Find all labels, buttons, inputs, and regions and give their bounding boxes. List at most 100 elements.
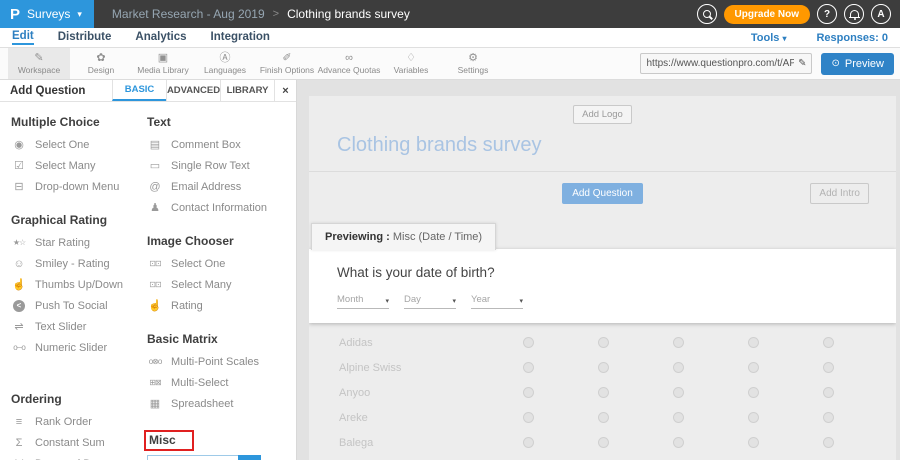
survey-url-input[interactable] (646, 58, 794, 69)
matrix-radio[interactable] (523, 337, 534, 348)
matrix-radio[interactable] (523, 437, 534, 448)
matrix-radio[interactable] (823, 337, 834, 348)
matrix-cell (791, 412, 866, 423)
qt-select-many[interactable]: ☑ Select Many (11, 155, 147, 176)
qt-constant-sum[interactable]: Σ Constant Sum (11, 432, 147, 453)
tools-menu[interactable]: Tools ▾ (751, 32, 787, 44)
qt-contact-information[interactable]: ♟ Contact Information (147, 197, 296, 218)
matrix-radio[interactable] (598, 387, 609, 398)
matrix-radio[interactable] (523, 412, 534, 423)
tool-workspace[interactable]: ✎ Workspace (8, 48, 70, 79)
matrix-radio[interactable] (523, 362, 534, 373)
section-misc: Misc ▤ Date / Time + # Captcha (147, 430, 296, 460)
edit-url-icon[interactable]: ✎ (798, 58, 806, 69)
matrix-radio[interactable] (748, 437, 759, 448)
add-intro-button[interactable]: Add Intro (810, 183, 869, 204)
matrix-radio[interactable] (748, 337, 759, 348)
add-date-time-button[interactable]: + (238, 455, 261, 460)
nav-tab-edit[interactable]: Edit (12, 30, 34, 45)
matrix-radio[interactable] (823, 437, 834, 448)
preview-button[interactable]: ⊙ Preview (821, 53, 894, 75)
radio-cells (491, 337, 866, 348)
matrix-cell (641, 337, 716, 348)
nav-tab-distribute[interactable]: Distribute (58, 31, 112, 44)
qt-multi-select[interactable]: ⊞⊠ Multi-Select (147, 372, 296, 393)
matrix-cell (716, 362, 791, 373)
tab-library[interactable]: LIBRARY (220, 80, 274, 101)
qt-text-slider[interactable]: ⇌ Text Slider (11, 316, 147, 337)
section-heading: Multiple Choice (11, 115, 147, 129)
translate-icon: Ⓐ (220, 52, 231, 64)
add-question-button[interactable]: Add Question (562, 183, 643, 204)
qt-star-rating[interactable]: ★☆ Star Rating (11, 232, 147, 253)
row-label: Balega (309, 437, 491, 449)
matrix-cell (716, 337, 791, 348)
tool-variables[interactable]: ♢ Variables (380, 48, 442, 79)
qt-multi-point-scales[interactable]: o⊗o Multi-Point Scales (147, 351, 296, 372)
tool-design[interactable]: ✿ Design (70, 48, 132, 79)
matrix-radio[interactable] (673, 337, 684, 348)
close-icon[interactable]: × (274, 80, 296, 101)
year-dropdown[interactable]: Year ▾ (471, 294, 523, 309)
qt-dropdown-menu[interactable]: ⊟ Drop-down Menu (11, 176, 147, 197)
links-icon: ∞ (345, 52, 353, 64)
search-button[interactable] (697, 4, 717, 24)
matrix-radio[interactable] (673, 362, 684, 373)
matrix-radio[interactable] (673, 387, 684, 398)
matrix-radio[interactable] (823, 387, 834, 398)
tool-finish-options[interactable]: ✐ Finish Options (256, 48, 318, 79)
nav-tab-analytics[interactable]: Analytics (135, 31, 186, 44)
matrix-radio[interactable] (598, 337, 609, 348)
qt-image-select-one[interactable]: ⊡⊡ Select One (147, 253, 296, 274)
qt-numeric-slider[interactable]: o─o Numeric Slider (11, 337, 147, 358)
matrix-cell (641, 387, 716, 398)
qt-date-time[interactable]: ▤ Date / Time + (147, 455, 261, 460)
matrix-radio[interactable] (748, 362, 759, 373)
qt-single-row-text[interactable]: ▭ Single Row Text (147, 155, 296, 176)
qt-email-address[interactable]: @ Email Address (147, 176, 296, 197)
tool-media-library[interactable]: ▣ Media Library (132, 48, 194, 79)
matrix-radio[interactable] (598, 437, 609, 448)
breadcrumb-parent[interactable]: Market Research - Aug 2019 (112, 7, 265, 21)
qt-comment-box[interactable]: ▤ Comment Box (147, 134, 296, 155)
matrix-radio[interactable] (673, 412, 684, 423)
qt-image-rating[interactable]: ☝ Rating (147, 295, 296, 316)
qt-thumbs-up-down[interactable]: ☝ Thumbs Up/Down (11, 274, 147, 295)
matrix-radio[interactable] (823, 362, 834, 373)
tool-settings[interactable]: ⚙ Settings (442, 48, 504, 79)
tool-languages[interactable]: Ⓐ Languages (194, 48, 256, 79)
add-logo-button[interactable]: Add Logo (573, 105, 632, 124)
row-label: Areke (309, 412, 491, 424)
row-label: Anyoo (309, 387, 491, 399)
help-button[interactable]: ? (817, 4, 837, 24)
survey-title[interactable]: Clothing brands survey (309, 134, 896, 172)
matrix-radio[interactable] (598, 412, 609, 423)
matrix-radio[interactable] (523, 387, 534, 398)
matrix-radio[interactable] (748, 412, 759, 423)
qt-rank-order[interactable]: ≡ Rank Order (11, 411, 147, 432)
matrix-cell (716, 387, 791, 398)
thumb-icon: ☝ (11, 278, 27, 291)
qt-spreadsheet[interactable]: ▦ Spreadsheet (147, 393, 296, 414)
product-menu[interactable]: P Surveys ▾ (0, 0, 94, 28)
matrix-radio[interactable] (823, 412, 834, 423)
upgrade-now-button[interactable]: Upgrade Now (724, 5, 810, 24)
month-dropdown[interactable]: Month ▾ (337, 294, 389, 309)
tab-basic[interactable]: BASIC (112, 80, 166, 101)
notifications-button[interactable] (844, 4, 864, 24)
matrix-radio[interactable] (598, 362, 609, 373)
matrix-radio[interactable] (673, 437, 684, 448)
responses-link[interactable]: Responses: 0 (816, 32, 888, 44)
matrix-radio[interactable] (748, 387, 759, 398)
tab-advanced[interactable]: ADVANCED (166, 80, 220, 101)
qt-smiley-rating[interactable]: ☺ Smiley - Rating (11, 253, 147, 274)
person-icon: ♟ (147, 201, 163, 214)
qt-image-select-many[interactable]: ⊡⊡ Select Many (147, 274, 296, 295)
avatar[interactable]: A (871, 4, 891, 24)
tool-advance-quotas[interactable]: ∞ Advance Quotas (318, 48, 380, 79)
qt-push-to-social[interactable]: < Push To Social (11, 295, 147, 316)
day-dropdown[interactable]: Day ▾ (404, 294, 456, 309)
qt-drag-and-drop[interactable]: ⇲ Drag and Drop (11, 453, 147, 460)
nav-tab-integration[interactable]: Integration (211, 31, 270, 44)
qt-select-one[interactable]: ◉ Select One (11, 134, 147, 155)
